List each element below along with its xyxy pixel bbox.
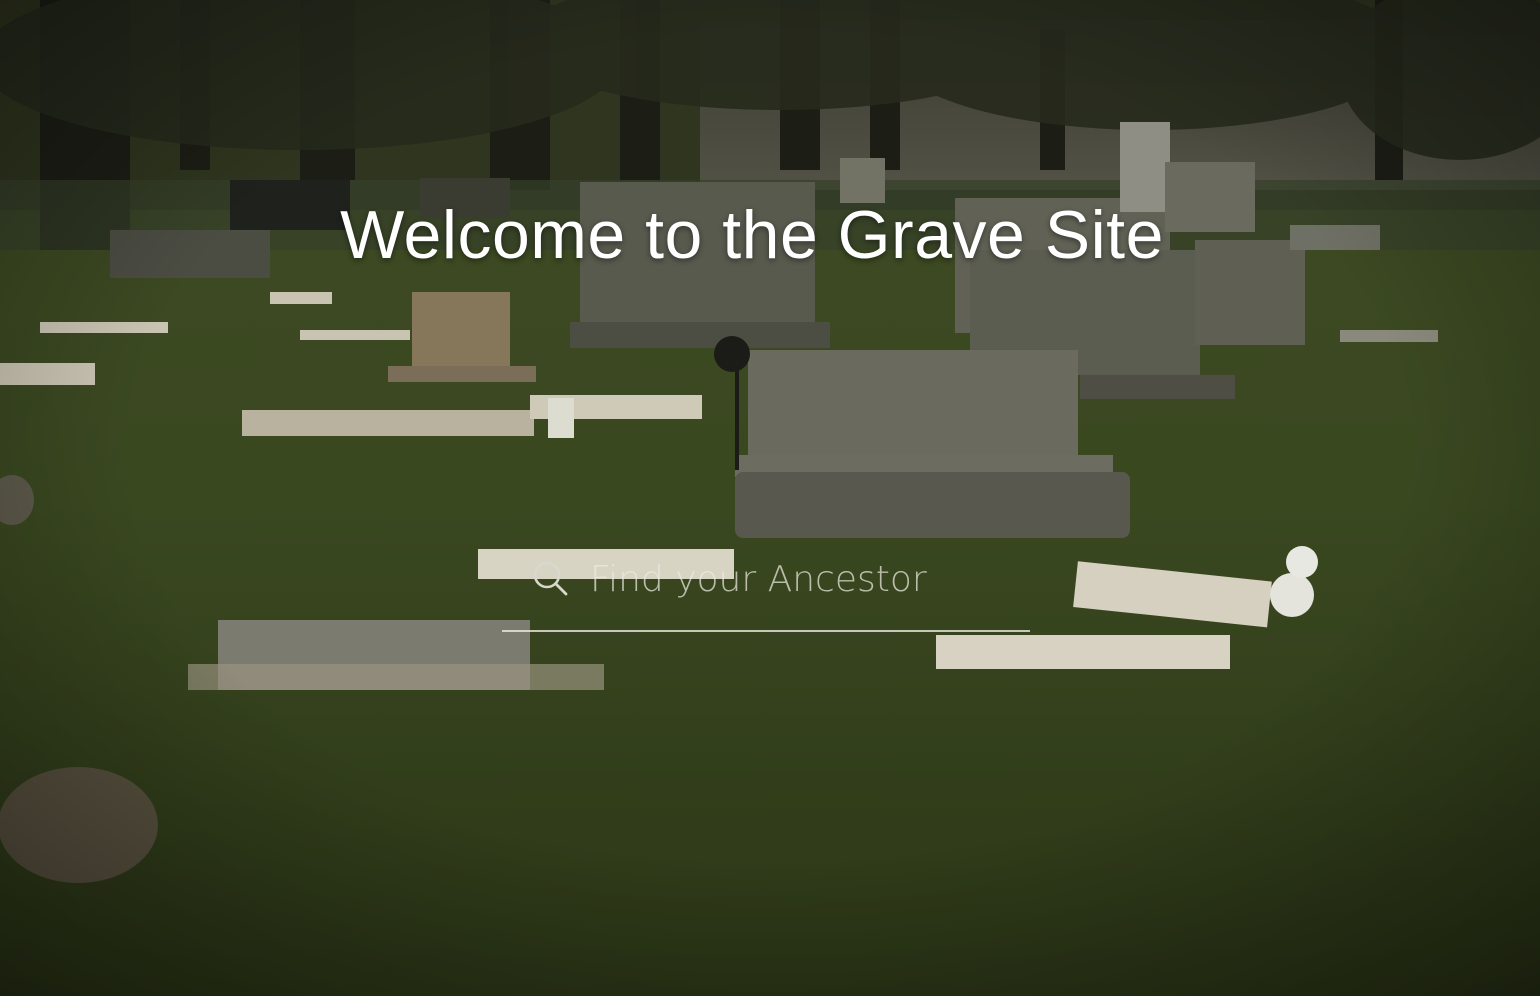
cemetery-background-image [0,0,1540,996]
page-title: Welcome to the Grave Site [340,197,1164,273]
search-icon[interactable] [530,558,570,598]
ancestor-search-bar[interactable] [502,540,1030,632]
hero-section: Welcome to the Grave Site [0,0,1540,996]
ancestor-search-input[interactable] [588,548,1022,610]
